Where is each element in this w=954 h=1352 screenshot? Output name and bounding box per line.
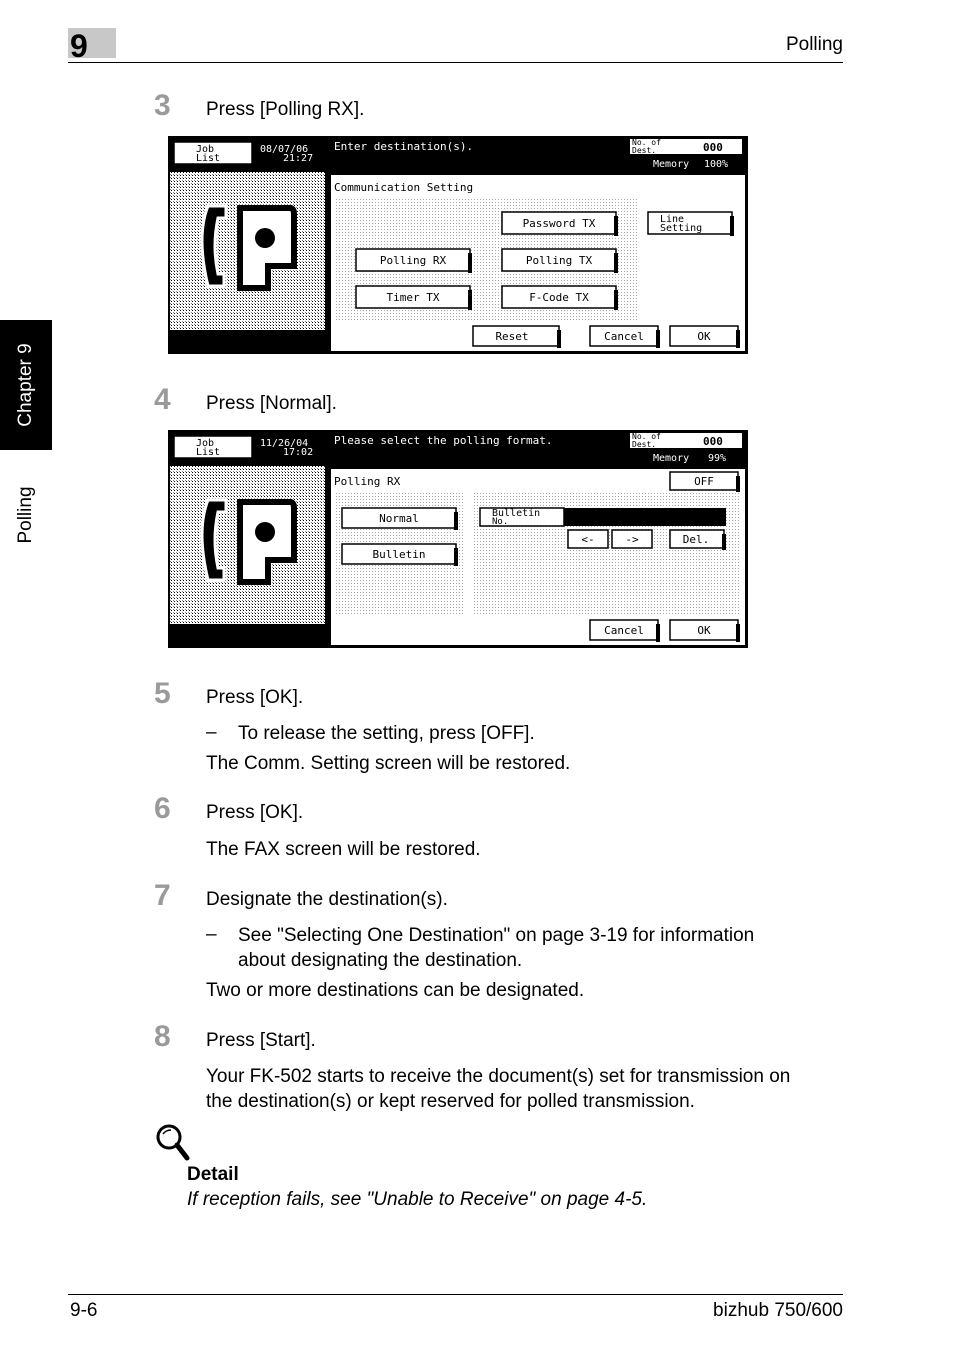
time-display: 21:27	[283, 153, 313, 164]
fcode-tx-button[interactable]: F-Code TX	[501, 285, 618, 310]
dest-label-2: Dest.	[632, 146, 656, 155]
header-rule	[68, 62, 843, 63]
step-note: Two or more destinations can be designat…	[206, 980, 585, 1001]
normal-button[interactable]: Normal	[341, 507, 458, 530]
cancel-button[interactable]: Cancel	[589, 619, 660, 642]
page-number: 9-6	[70, 1300, 98, 1321]
right-arrow-button[interactable]: ->	[611, 529, 653, 549]
header-title: Polling	[785, 34, 843, 55]
step-text: Press [OK].	[206, 802, 304, 823]
step-number: 4	[154, 383, 171, 416]
polling-rx-label: Polling RX	[380, 254, 447, 267]
chapter-number: 9	[70, 28, 88, 64]
polling-tx-label: Polling TX	[526, 254, 593, 267]
ok-button[interactable]: OK	[669, 619, 740, 642]
dest-label-2: Dest.	[632, 440, 656, 449]
comm-setting-screen: Job List 08/07/06 21:27 Enter destinatio…	[168, 136, 748, 354]
step-text: Press [Normal].	[206, 393, 337, 414]
message-text: Enter destination(s).	[334, 140, 473, 153]
off-label: OFF	[694, 475, 714, 488]
chapter-tab-label: Chapter 9	[15, 343, 36, 427]
job-list-button[interactable]: Job List	[173, 141, 253, 165]
left-arrow-button[interactable]: <-	[567, 529, 609, 549]
time-display: 17:02	[283, 447, 313, 458]
cancel-label: Cancel	[604, 624, 644, 637]
section-tab: Polling	[0, 452, 52, 562]
step-number: 7	[154, 879, 171, 912]
ok-button[interactable]: OK	[669, 325, 740, 348]
panel-title: Communication Setting	[334, 181, 473, 194]
section-tab-label: Polling	[15, 486, 36, 544]
memory-value: 100%	[704, 159, 728, 170]
password-tx-button[interactable]: Password TX	[501, 211, 618, 236]
cancel-button[interactable]: Cancel	[589, 325, 660, 348]
bulletin-no-field[interactable]: Bulletin No.	[479, 507, 726, 527]
fcode-tx-label: F-Code TX	[529, 291, 589, 304]
step-text: Press [Polling RX].	[206, 99, 365, 120]
bullet-text: See "Selecting One Destination" on page …	[238, 925, 755, 946]
polling-rx-screen: Job List 11/26/04 17:02 Please select th…	[168, 430, 748, 648]
off-button[interactable]: OFF	[669, 471, 740, 492]
step-number: 8	[154, 1020, 171, 1053]
password-tx-label: Password TX	[523, 217, 596, 230]
memory-label: Memory	[653, 159, 689, 170]
bulletin-no-label-2: No.	[492, 517, 508, 527]
delete-label: Del.	[683, 533, 710, 546]
bulletin-label: Bulletin	[373, 548, 426, 561]
footer-rule	[68, 1294, 843, 1295]
detail-text: If reception fails, see "Unable to Recei…	[187, 1189, 648, 1210]
normal-label: Normal	[379, 512, 419, 525]
reset-button[interactable]: Reset	[472, 325, 561, 348]
step-number: 6	[154, 792, 171, 825]
line-setting-button[interactable]: Line Setting	[647, 211, 734, 236]
ok-label: OK	[697, 330, 711, 343]
step-number: 5	[154, 677, 171, 710]
reset-label: Reset	[495, 330, 528, 343]
step-note: Your FK-502 starts to receive the docume…	[206, 1066, 791, 1087]
step-number: 3	[154, 89, 171, 122]
polling-rx-button[interactable]: Polling RX	[355, 248, 472, 273]
line-setting-label-2: Setting	[660, 223, 702, 234]
bullet-dash: –	[206, 722, 217, 743]
product-name: bizhub 750/600	[713, 1300, 843, 1321]
step-note: The Comm. Setting screen will be restore…	[206, 753, 571, 774]
right-arrow-icon: ->	[625, 533, 639, 546]
job-list-label-2: List	[196, 447, 220, 458]
left-arrow-icon: <-	[581, 533, 594, 546]
delete-button[interactable]: Del.	[669, 529, 726, 550]
dest-count: 000	[703, 435, 723, 448]
message-text: Please select the polling format.	[334, 434, 553, 447]
timer-tx-label: Timer TX	[387, 291, 440, 304]
timer-tx-button[interactable]: Timer TX	[355, 285, 472, 310]
bullet-text: about designating the destination.	[238, 950, 523, 971]
bullet-text: To release the setting, press [OFF].	[238, 723, 535, 744]
cancel-label: Cancel	[604, 330, 644, 343]
step-text: Press [Start].	[206, 1030, 316, 1051]
detail-title: Detail	[187, 1164, 239, 1185]
bulletin-button[interactable]: Bulletin	[341, 543, 458, 566]
step-note: the destination(s) or kept reserved for …	[206, 1091, 695, 1112]
polling-tx-button[interactable]: Polling TX	[501, 248, 618, 273]
memory-label: Memory	[653, 453, 689, 464]
dest-count: 000	[703, 141, 723, 154]
panel-title: Polling RX	[334, 475, 401, 488]
memory-value: 99%	[708, 453, 726, 464]
job-list-label-2: List	[196, 153, 220, 164]
step-note: The FAX screen will be restored.	[206, 839, 481, 860]
job-list-button[interactable]: Job List	[173, 435, 253, 459]
chapter-tab: Chapter 9	[0, 320, 52, 450]
magnifier-icon	[154, 1122, 190, 1162]
bullet-dash: –	[206, 924, 217, 945]
ok-label: OK	[697, 624, 711, 637]
step-text: Press [OK].	[206, 687, 304, 708]
step-text: Designate the destination(s).	[206, 889, 448, 910]
